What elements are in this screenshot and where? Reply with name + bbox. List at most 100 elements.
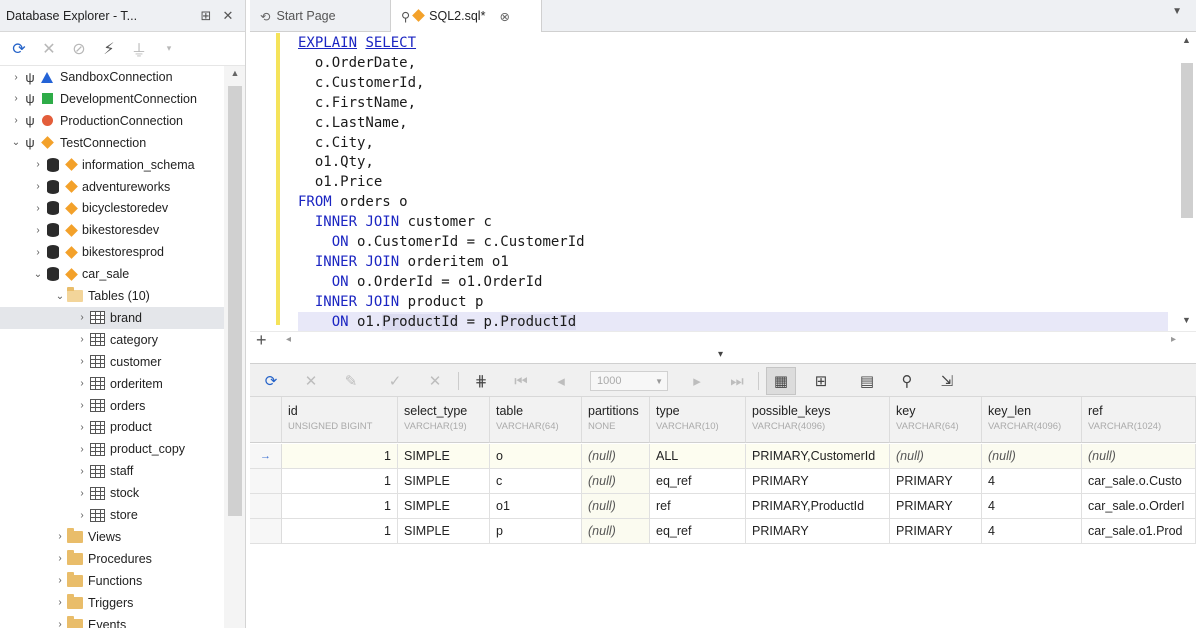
- chevron-right-icon[interactable]: ›: [32, 225, 44, 236]
- grid-cell[interactable]: 4: [982, 469, 1082, 494]
- tree-item[interactable]: › Triggers: [0, 592, 224, 614]
- more-options-icon[interactable]: ▾: [154, 36, 184, 62]
- tree-item[interactable]: › ψ ProductionConnection: [0, 110, 224, 132]
- tree-item[interactable]: › bikestoresdev: [0, 219, 224, 241]
- grid-cell[interactable]: 1: [282, 469, 398, 494]
- scroll-right-icon[interactable]: ▸: [1171, 334, 1176, 345]
- tree-scrollbar[interactable]: ▲: [224, 66, 245, 628]
- chevron-right-icon[interactable]: ›: [10, 115, 22, 126]
- tab-close-icon[interactable]: ⊗: [499, 9, 509, 24]
- tree-item[interactable]: › store: [0, 504, 224, 526]
- discard-icon[interactable]: ✕: [420, 367, 450, 395]
- chevron-right-icon[interactable]: ›: [76, 466, 88, 477]
- grid-cell[interactable]: (null): [982, 444, 1082, 469]
- chevron-right-icon[interactable]: ›: [76, 488, 88, 499]
- tree-item[interactable]: › product_copy: [0, 438, 224, 460]
- column-header[interactable]: key_len VARCHAR(4096): [982, 397, 1082, 443]
- sql-editor[interactable]: EXPLAIN SELECT o.OrderDate, c.CustomerId…: [250, 33, 1196, 331]
- grid-cell[interactable]: car_sale.o.Custo: [1082, 469, 1196, 494]
- chevron-right-icon[interactable]: ›: [76, 356, 88, 367]
- chevron-right-icon[interactable]: ›: [32, 247, 44, 258]
- tree-item[interactable]: › staff: [0, 460, 224, 482]
- plus-icon[interactable]: +: [256, 330, 267, 351]
- grid-cell[interactable]: c: [490, 469, 582, 494]
- grid-cell[interactable]: SIMPLE: [398, 444, 490, 469]
- grid-cell[interactable]: 1: [282, 444, 398, 469]
- grid-cell[interactable]: eq_ref: [650, 469, 746, 494]
- grid-cell[interactable]: (null): [890, 444, 982, 469]
- tree-item[interactable]: ⌄ ψ TestConnection: [0, 132, 224, 154]
- chevron-right-icon[interactable]: ›: [54, 597, 66, 608]
- chevron-right-icon[interactable]: ›: [10, 93, 22, 104]
- grid-cell[interactable]: o1: [490, 494, 582, 519]
- chevron-down-icon[interactable]: ⌄: [54, 291, 66, 302]
- code-line[interactable]: c.LastName,: [298, 113, 408, 133]
- tree-item[interactable]: ⌄ car_sale: [0, 263, 224, 285]
- cancel-icon[interactable]: ✕: [296, 367, 326, 395]
- code-line[interactable]: INNER JOIN orderitem o1: [298, 252, 509, 272]
- panel-splitter[interactable]: ▾: [250, 349, 1196, 363]
- find-icon[interactable]: ⚲: [892, 367, 922, 395]
- chevron-right-icon[interactable]: ›: [54, 619, 66, 628]
- column-header[interactable]: id UNSIGNED BIGINT: [282, 397, 398, 443]
- tab-start-page[interactable]: ⟲ Start Page: [250, 0, 386, 32]
- tree-item[interactable]: › Procedures: [0, 548, 224, 570]
- column-header[interactable]: select_type VARCHAR(19): [398, 397, 490, 443]
- tree-item[interactable]: › category: [0, 329, 224, 351]
- chevron-right-icon[interactable]: ›: [76, 422, 88, 433]
- page-size-select[interactable]: 1000 ▼: [590, 371, 668, 391]
- last-page-icon[interactable]: ⏭: [722, 367, 752, 395]
- new-connection-icon[interactable]: ⚡: [94, 36, 124, 62]
- column-header[interactable]: table VARCHAR(64): [490, 397, 582, 443]
- chevron-right-icon[interactable]: ›: [76, 444, 88, 455]
- grid-view-icon[interactable]: ▦: [766, 367, 796, 395]
- grid-cell[interactable]: PRIMARY,CustomerId: [746, 444, 890, 469]
- chevron-right-icon[interactable]: ›: [76, 400, 88, 411]
- grid-cell[interactable]: ALL: [650, 444, 746, 469]
- scroll-thumb[interactable]: [1181, 63, 1193, 218]
- chevron-right-icon[interactable]: ›: [54, 575, 66, 586]
- link-icon[interactable]: ⊘: [64, 36, 94, 62]
- chevron-right-icon[interactable]: ›: [32, 159, 44, 170]
- grid-cell[interactable]: (null): [582, 494, 650, 519]
- grid-cell[interactable]: eq_ref: [650, 519, 746, 544]
- code-line[interactable]: ON o.OrderId = o1.OrderId: [298, 272, 543, 292]
- chevron-right-icon[interactable]: ›: [76, 312, 88, 323]
- grid-cell[interactable]: (null): [582, 469, 650, 494]
- code-line[interactable]: ON o.CustomerId = c.CustomerId: [298, 232, 585, 252]
- grid-cell[interactable]: (null): [582, 519, 650, 544]
- grid-cell[interactable]: o: [490, 444, 582, 469]
- grid-cell[interactable]: 1: [282, 494, 398, 519]
- refresh-icon[interactable]: ⟳: [256, 367, 286, 395]
- grid-cell[interactable]: PRIMARY: [890, 519, 982, 544]
- connect-icon[interactable]: ⏚: [124, 36, 154, 62]
- next-page-icon[interactable]: ▸: [682, 367, 712, 395]
- first-page-icon[interactable]: ⏮: [506, 367, 536, 395]
- code-line[interactable]: ON o1.ProductId = p.ProductId: [298, 311, 1168, 331]
- chevron-right-icon[interactable]: ›: [54, 553, 66, 564]
- code-line[interactable]: o1.Price: [298, 172, 382, 192]
- tree-item[interactable]: › ψ DevelopmentConnection: [0, 88, 224, 110]
- grid-cell[interactable]: PRIMARY: [746, 519, 890, 544]
- column-header[interactable]: possible_keys VARCHAR(4096): [746, 397, 890, 443]
- scroll-up-icon[interactable]: ▲: [224, 68, 245, 78]
- code-line[interactable]: INNER JOIN customer c: [298, 212, 492, 232]
- chevron-down-icon[interactable]: ⌄: [32, 269, 44, 280]
- code-line[interactable]: EXPLAIN SELECT: [298, 33, 416, 53]
- grid-cell[interactable]: ref: [650, 494, 746, 519]
- tree-item[interactable]: › Events: [0, 614, 224, 628]
- export-icon[interactable]: ⇲: [932, 367, 962, 395]
- tree-item[interactable]: › product: [0, 416, 224, 438]
- pin-icon[interactable]: ⊞: [195, 8, 217, 24]
- splitter-grip-icon[interactable]: ▾: [718, 349, 723, 360]
- column-layout-icon[interactable]: ▤: [852, 367, 882, 395]
- grid-cell[interactable]: car_sale.o1.Prod: [1082, 519, 1196, 544]
- tree-item[interactable]: ⌄ Tables (10): [0, 285, 224, 307]
- grid-cell[interactable]: PRIMARY: [890, 494, 982, 519]
- row-header[interactable]: [250, 494, 282, 519]
- column-header[interactable]: type VARCHAR(10): [650, 397, 746, 443]
- tree-item[interactable]: › customer: [0, 351, 224, 373]
- code-line[interactable]: c.CustomerId,: [298, 73, 425, 93]
- tree-item[interactable]: › orderitem: [0, 373, 224, 395]
- grid-cell[interactable]: 4: [982, 519, 1082, 544]
